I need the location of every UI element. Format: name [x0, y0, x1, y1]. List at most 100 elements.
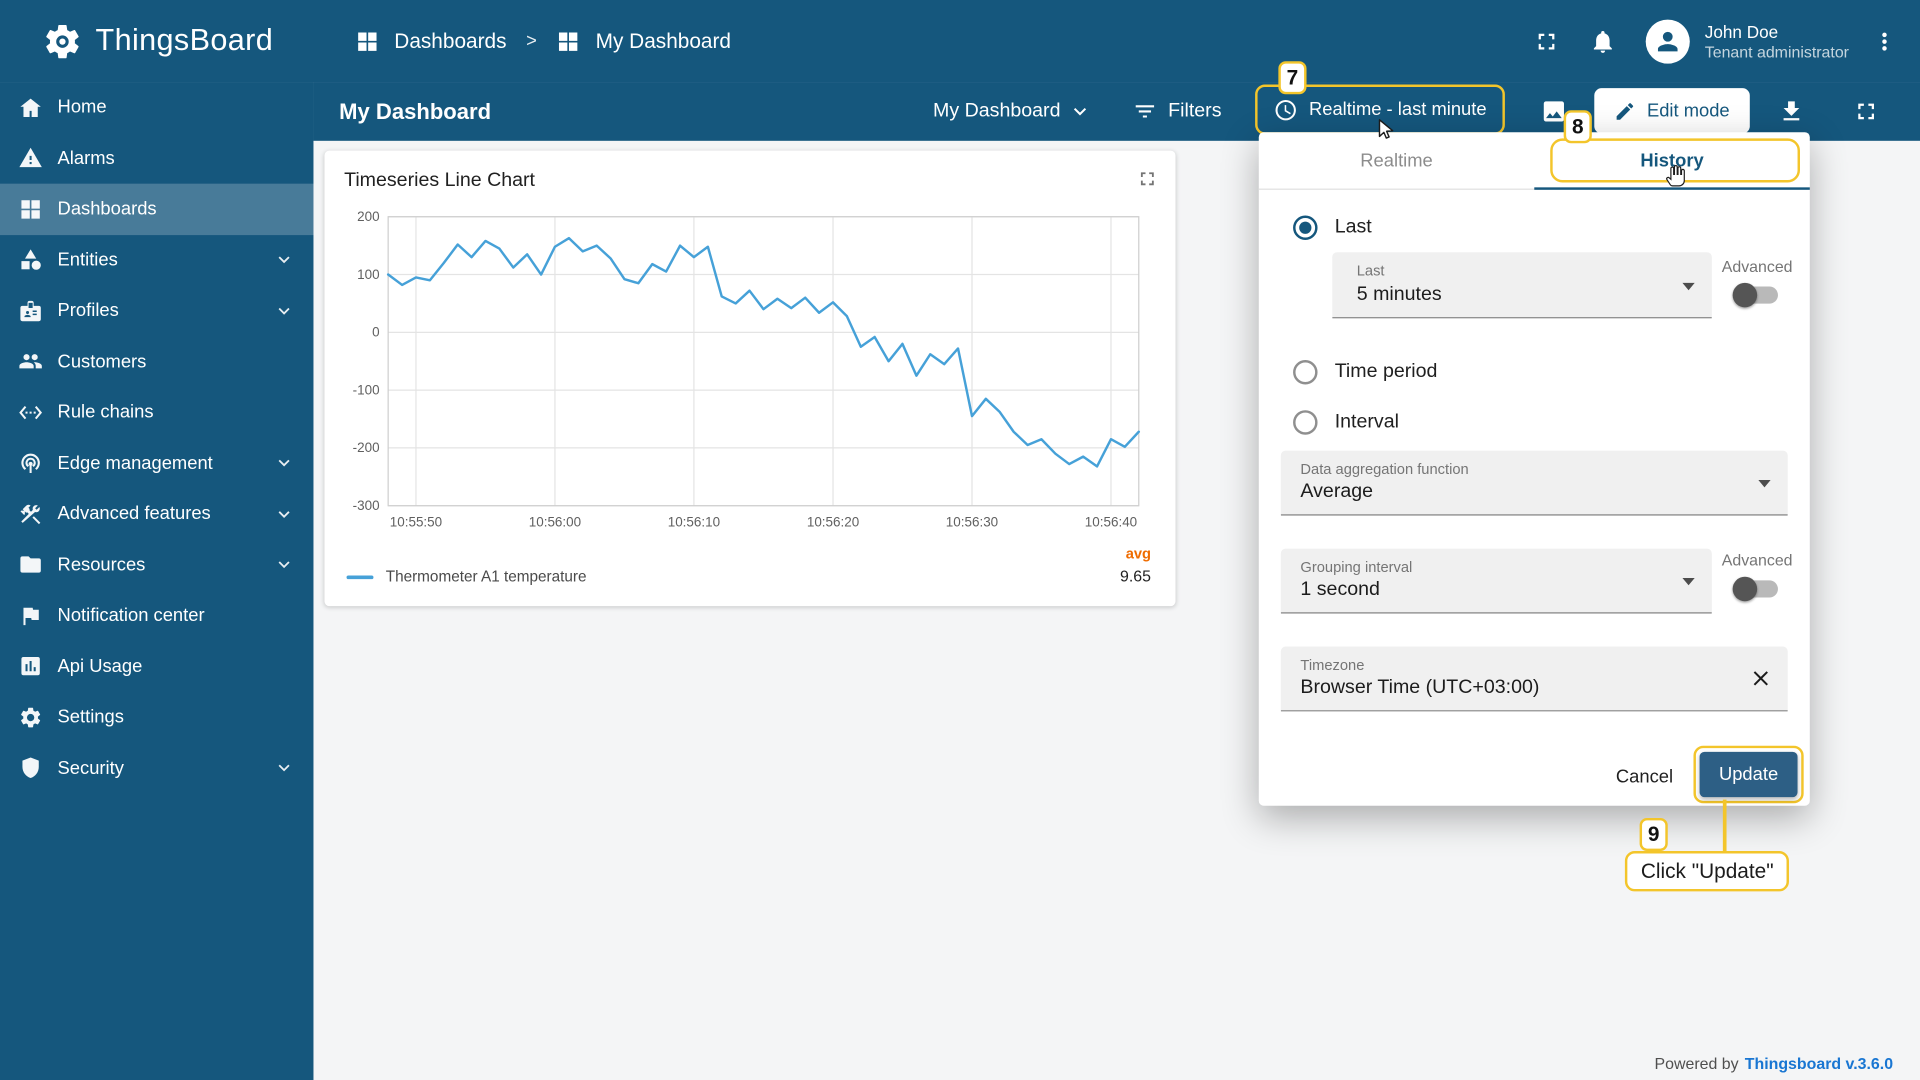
sidebar-item-notification-center[interactable]: Notification center [0, 590, 313, 641]
edit-mode-button[interactable]: Edit mode [1594, 88, 1750, 134]
series-color-dash [346, 574, 374, 579]
svg-text:-300: -300 [353, 498, 380, 513]
grouping-label: Grouping interval [1300, 558, 1413, 576]
advanced-toggle[interactable] [1732, 282, 1778, 308]
shield-icon [18, 756, 42, 780]
chevron-down-icon [273, 503, 295, 525]
click-update-callout: Click "Update" [1624, 851, 1790, 892]
svg-text:10:56:10: 10:56:10 [668, 515, 720, 530]
filter-icon [1133, 99, 1157, 123]
dashboards-group-icon [355, 29, 379, 53]
legend-series[interactable]: Thermometer A1 temperature [346, 568, 587, 586]
radio-time-period-control[interactable] [1293, 360, 1318, 385]
timeseries-widget: Timeseries Line Chart 200 100 0 -100 -200 -30… [324, 150, 1176, 607]
radio-interval[interactable]: Interval [1293, 410, 1399, 435]
aggregation-select[interactable]: Data aggregation function Average [1280, 450, 1788, 516]
customers-icon [18, 349, 42, 373]
sidebar-item-settings[interactable]: Settings [0, 692, 313, 743]
widget-title: Timeseries Line Chart [344, 170, 535, 192]
aggregation-label: Data aggregation function [1300, 460, 1469, 478]
logo[interactable]: ThingsBoard [42, 0, 274, 82]
sidebar-item-rule-chains[interactable]: Rule chains [0, 387, 313, 438]
svg-text:10:55:50: 10:55:50 [390, 515, 442, 530]
sidebar-item-label: Entities [57, 249, 118, 271]
dropdown-arrow-icon [1682, 577, 1695, 586]
svg-text:-100: -100 [353, 382, 380, 397]
clear-timezone-icon[interactable] [1749, 666, 1773, 690]
sidebar-item-advanced-features[interactable]: Advanced features [0, 489, 313, 540]
series-label: Thermometer A1 temperature [385, 568, 587, 586]
sidebar-item-edge-management[interactable]: Edge management [0, 438, 313, 489]
breadcrumb-dashboards[interactable]: Dashboards [394, 29, 506, 53]
pencil-icon [1614, 100, 1636, 122]
profiles-icon [18, 298, 42, 322]
sidebar-item-api-usage[interactable]: Api Usage [0, 641, 313, 692]
last-value-select[interactable]: Last 5 minutes [1332, 252, 1712, 319]
person-icon [1653, 26, 1682, 55]
powered-by-text: Powered by [1654, 1054, 1739, 1073]
thingsboard-app: ThingsBoard Dashboards > My Dashboard Jo… [0, 0, 1920, 1080]
sidebar-item-profiles[interactable]: Profiles [0, 285, 313, 336]
dashboard-select-value: My Dashboard [933, 100, 1061, 122]
notifications-bell-icon[interactable] [1590, 28, 1617, 55]
timewindow-tabs: Realtime History [1258, 132, 1810, 190]
entities-icon [18, 248, 42, 272]
sidebar-item-entities[interactable]: Entities [0, 234, 313, 285]
app-title: ThingsBoard [95, 23, 274, 58]
user-info: John Doe Tenant administrator [1705, 20, 1849, 62]
series-line [386, 236, 1141, 468]
radio-time-period[interactable]: Time period [1293, 360, 1437, 385]
advanced-block-1: Advanced [1719, 257, 1795, 308]
hand-cursor-icon [1663, 163, 1689, 189]
step-9-badge: 9 [1639, 817, 1668, 852]
avatar[interactable] [1645, 18, 1691, 64]
header-actions: John Doe Tenant administrator [1533, 0, 1898, 82]
grouping-interval-select[interactable]: Grouping interval 1 second [1280, 548, 1712, 614]
dashboard-select[interactable]: My Dashboard [933, 82, 1092, 141]
step-8-badge: 8 [1563, 110, 1592, 144]
update-button[interactable]: Update [1699, 751, 1798, 798]
chart-icon [18, 654, 42, 678]
timeseries-chart: 200 100 0 -100 -200 -300 10:55:50 10:56:00 10:56… [353, 209, 1141, 530]
sidebar-item-alarms[interactable]: Alarms [0, 133, 313, 184]
update-highlight: Update [1693, 745, 1804, 804]
advanced-block-2: Advanced [1719, 551, 1795, 602]
legend-aggregation: avg 9.65 [1120, 545, 1151, 585]
sidebar-item-resources[interactable]: Resources [0, 539, 313, 590]
timezone-field[interactable]: Timezone Browser Time (UTC+03:00) [1280, 646, 1788, 712]
sidebar-item-label: Resources [57, 554, 146, 576]
sidebar-item-label: Rule chains [57, 401, 154, 423]
more-vert-icon[interactable] [1871, 28, 1898, 55]
radio-last-control[interactable] [1293, 215, 1318, 240]
fullscreen-icon[interactable] [1533, 28, 1560, 55]
dashboard-fullscreen-icon[interactable] [1853, 98, 1880, 125]
filters-label: Filters [1168, 100, 1222, 122]
download-icon[interactable] [1778, 98, 1805, 125]
sidebar-item-dashboards[interactable]: Dashboards [0, 183, 314, 235]
dashboards-icon [18, 197, 42, 221]
chart-legend: Thermometer A1 temperature avg 9.65 [344, 545, 1156, 598]
filters-button[interactable]: Filters [1133, 82, 1222, 141]
cancel-button[interactable]: Cancel [1605, 754, 1683, 798]
sidebar-item-label: Dashboards [57, 198, 157, 220]
sidebar-item-label: Profiles [57, 300, 119, 322]
last-field-value: 5 minutes [1356, 284, 1442, 305]
chevron-down-icon [273, 452, 295, 474]
sidebar-item-customers[interactable]: Customers [0, 336, 313, 387]
avg-value: 9.65 [1120, 566, 1152, 586]
sidebar-item-security[interactable]: Security [0, 743, 313, 794]
sidebar-item-label: Api Usage [57, 656, 143, 677]
sidebar-item-home[interactable]: Home [0, 82, 313, 133]
alarms-icon [18, 146, 42, 170]
sidebar-item-label: Home [57, 97, 107, 118]
advanced-toggle-2[interactable] [1732, 576, 1778, 602]
widget-fullscreen-icon[interactable] [1136, 168, 1158, 190]
svg-text:10:56:00: 10:56:00 [529, 515, 581, 530]
footer: Powered by Thingsboard v.3.6.0 [1655, 1054, 1894, 1072]
radio-interval-control[interactable] [1293, 410, 1318, 435]
chevron-down-icon [273, 300, 295, 322]
version-link[interactable]: Thingsboard v.3.6.0 [1745, 1054, 1893, 1072]
radio-last[interactable]: Last [1293, 215, 1372, 240]
sidebar-item-label: Alarms [57, 147, 115, 169]
dropdown-arrow-icon [1758, 480, 1771, 488]
